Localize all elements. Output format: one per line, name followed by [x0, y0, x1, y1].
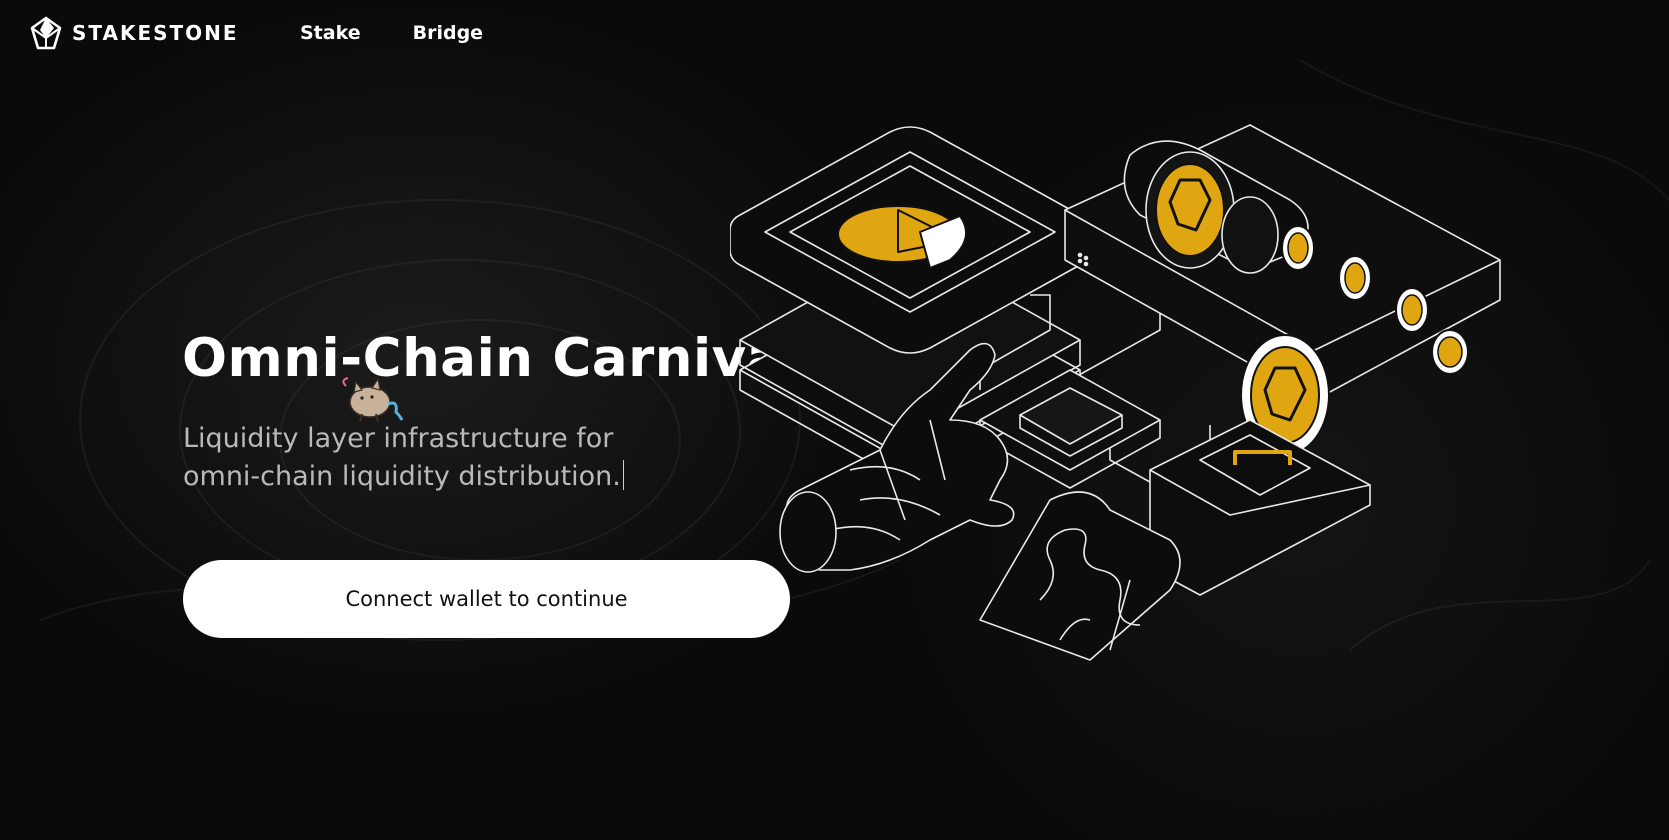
hero-subtitle-line-2-text: omni-chain liquidity distribution.: [183, 461, 621, 492]
stakestone-gem-icon: [30, 16, 62, 50]
landing-page: STAKESTONE Stake Bridge Omni-Chain Carni…: [0, 0, 1669, 840]
text-caret: [622, 460, 624, 490]
main-nav: Stake Bridge: [300, 22, 483, 44]
connect-wallet-button[interactable]: Connect wallet to continue: [183, 560, 790, 638]
hero-subtitle-line-1: Liquidity layer infrastructure for: [183, 423, 614, 454]
isometric-staking-machine-illustration: [730, 124, 1501, 661]
top-nav-bar: STAKESTONE Stake Bridge: [0, 0, 1669, 72]
brand-name: STAKESTONE: [72, 21, 239, 45]
nav-item-stake[interactable]: Stake: [300, 22, 361, 44]
cat-sticker-icon: [342, 377, 404, 423]
hero-subtitle-line-2: omni-chain liquidity distribution.: [183, 458, 703, 496]
hero-subtitle: Liquidity layer infrastructure for omni-…: [183, 420, 703, 496]
base-platform: [979, 419, 1371, 661]
brand-logo[interactable]: STAKESTONE: [30, 16, 239, 50]
hero-title: Omni-Chain Carnival: [182, 328, 802, 389]
nav-item-bridge[interactable]: Bridge: [413, 22, 483, 44]
